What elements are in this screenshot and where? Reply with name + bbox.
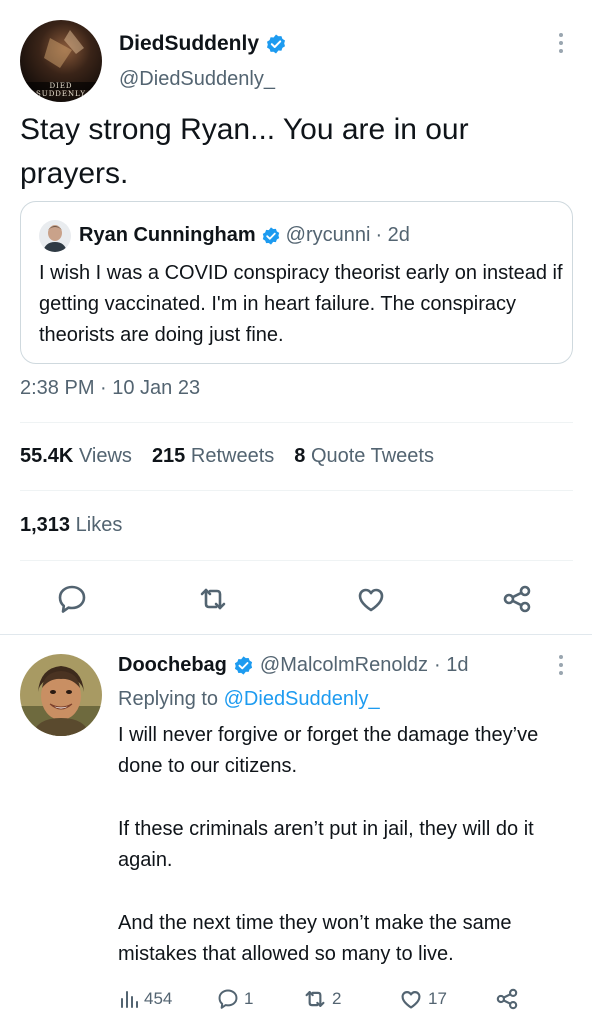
reply-retweet-action[interactable]: 2: [302, 984, 341, 1014]
likes-stat[interactable]: 1,313 Likes: [20, 514, 122, 537]
retweet-icon: [305, 991, 325, 1007]
reply-action-bar: 454 1 2 17: [118, 984, 578, 1014]
retweet-icon[interactable]: [196, 582, 230, 616]
retweets-count: 215: [151, 445, 186, 467]
reply-like-action[interactable]: 17: [398, 984, 447, 1014]
replying-to-line: Replying to @DiedSuddenly_: [118, 688, 380, 711]
reply-header: Doochebag @MalcolmRenoldz · 1d: [118, 654, 469, 677]
quoted-text: I wish I was a COVID conspiracy theorist…: [39, 262, 563, 346]
reply-replies-count: 1: [244, 989, 254, 1008]
likes-label: Likes: [75, 514, 123, 536]
reply-author-avatar[interactable]: [20, 654, 102, 736]
replying-to-prefix: Replying to: [118, 688, 219, 710]
reply-retweets-count: 2: [332, 989, 342, 1008]
reply-age: · 1d: [434, 654, 469, 676]
quoted-author-name[interactable]: Ryan Cunningham: [79, 224, 256, 247]
views-label: Views: [78, 445, 132, 467]
share-icon[interactable]: [500, 582, 534, 616]
more-icon[interactable]: [552, 654, 570, 680]
reply-paragraph: If these criminals aren’t put in jail, t…: [118, 818, 534, 871]
verified-badge-icon: [267, 34, 286, 54]
quotes-label: Quote Tweets: [310, 445, 434, 467]
reply-icon: [218, 989, 238, 1009]
retweets-label: Retweets: [190, 445, 275, 467]
tweet-action-bar: [0, 582, 592, 616]
author-name-row[interactable]: DiedSuddenly: [119, 32, 287, 56]
quotes-count: 8: [294, 445, 306, 467]
retweets-stat[interactable]: 215 Retweets: [152, 445, 274, 468]
reply-views-action[interactable]: 454: [118, 984, 172, 1014]
avatar-caption: DIED SUDDENLY: [36, 82, 86, 98]
author-handle[interactable]: @DiedSuddenly_: [119, 68, 275, 91]
likes-count: 1,313: [20, 514, 71, 536]
more-icon[interactable]: [552, 32, 570, 58]
quoted-author-avatar[interactable]: [39, 220, 71, 252]
reply-reply-action[interactable]: 1: [216, 984, 253, 1014]
divider: [20, 422, 573, 423]
divider: [0, 634, 592, 635]
tweet-text: Stay strong Ryan... You are in our praye…: [20, 113, 469, 190]
views-stat[interactable]: 55.4K Views: [20, 445, 132, 468]
reply-views-count: 454: [144, 989, 173, 1008]
replying-to-mention[interactable]: @DiedSuddenly_: [224, 688, 380, 710]
share-icon: [496, 988, 518, 1010]
divider: [20, 560, 573, 561]
divider: [20, 490, 573, 491]
quoted-author-handle[interactable]: @rycunni: [286, 224, 371, 247]
verified-badge-icon: [234, 656, 252, 675]
views-icon: [121, 991, 138, 1008]
quoted-age: · 2d: [375, 224, 410, 246]
reply-author-name[interactable]: Doochebag: [118, 654, 227, 677]
tweet-timestamp[interactable]: 2:38 PM · 10 Jan 23: [20, 377, 200, 400]
reply-likes-count: 17: [428, 989, 447, 1008]
quoted-tweet-card[interactable]: Ryan Cunningham @rycunni · 2d I wish I w…: [20, 201, 573, 364]
reply-author-handle[interactable]: @MalcolmRenoldz: [260, 654, 428, 677]
like-icon[interactable]: [354, 582, 388, 616]
like-icon: [401, 991, 421, 1009]
reply-paragraph: I will never forgive or forget the damag…: [118, 724, 539, 777]
verified-badge-icon: [262, 226, 279, 245]
reply-share-action[interactable]: [494, 984, 520, 1014]
views-count: 55.4K: [20, 445, 74, 467]
engagement-stats: 55.4K Views 215 Retweets 8 Quote Tweets: [20, 445, 434, 468]
author-avatar[interactable]: DIED SUDDENLY: [20, 20, 102, 102]
author-name[interactable]: DiedSuddenly: [119, 32, 259, 56]
quote-tweets-stat[interactable]: 8 Quote Tweets: [294, 445, 434, 468]
reply-paragraph: And the next time they won’t make the sa…: [118, 912, 512, 965]
quoted-header: Ryan Cunningham @rycunni · 2d: [79, 224, 410, 247]
reply-icon[interactable]: [55, 582, 89, 616]
